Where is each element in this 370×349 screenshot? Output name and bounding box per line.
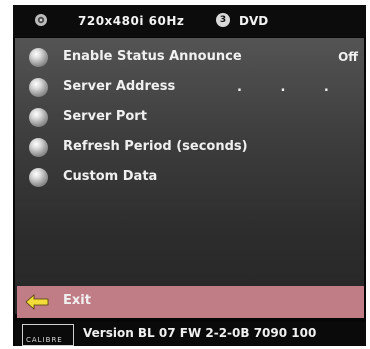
status-bar: 720x480i 60Hz 3 DVD bbox=[13, 5, 366, 37]
server-address-value: . . . bbox=[237, 80, 329, 95]
menu-item-value: Off bbox=[338, 50, 358, 64]
menu-item-server-port[interactable]: Server Port bbox=[15, 106, 364, 130]
bullet-icon bbox=[29, 78, 48, 97]
bullet-icon bbox=[29, 108, 48, 127]
menu-item-label: Refresh Period (seconds) bbox=[63, 139, 248, 154]
menu-item-label: Enable Status Announce bbox=[63, 49, 242, 64]
menu-item-label: Server Address bbox=[63, 79, 176, 94]
menu-item-label: Server Port bbox=[63, 109, 147, 124]
exit-button[interactable]: Exit bbox=[17, 286, 364, 318]
footer-bar: CALIBRE Version BL 07 FW 2-2-0B 7090 100 bbox=[15, 322, 366, 346]
version-label: Version BL 07 FW 2-2-0B 7090 100 bbox=[83, 326, 317, 340]
logo-text: CALIBRE bbox=[26, 336, 63, 344]
menu-panel: Enable Status Announce Off Server Addres… bbox=[15, 38, 364, 314]
exit-label: Exit bbox=[63, 293, 91, 308]
bullet-icon bbox=[29, 48, 48, 67]
osd-menu-window: 720x480i 60Hz 3 DVD Enable Status Announ… bbox=[13, 5, 366, 346]
bullet-icon bbox=[29, 168, 48, 187]
calibre-logo: CALIBRE bbox=[22, 324, 74, 346]
menu-item-server-address[interactable]: Server Address . . . bbox=[15, 76, 364, 100]
menu-item-refresh-period[interactable]: Refresh Period (seconds) bbox=[15, 136, 364, 160]
menu-item-label: Custom Data bbox=[63, 169, 158, 184]
disc-icon bbox=[35, 14, 47, 26]
source-label: DVD bbox=[239, 14, 269, 28]
left-arrow-icon bbox=[25, 294, 49, 310]
resolution-label: 720x480i 60Hz bbox=[78, 14, 185, 28]
menu-item-custom-data[interactable]: Custom Data bbox=[15, 166, 364, 190]
numbered-circle-icon: 3 bbox=[216, 13, 230, 27]
menu-item-enable-status-announce[interactable]: Enable Status Announce Off bbox=[15, 46, 364, 70]
bullet-icon bbox=[29, 138, 48, 157]
